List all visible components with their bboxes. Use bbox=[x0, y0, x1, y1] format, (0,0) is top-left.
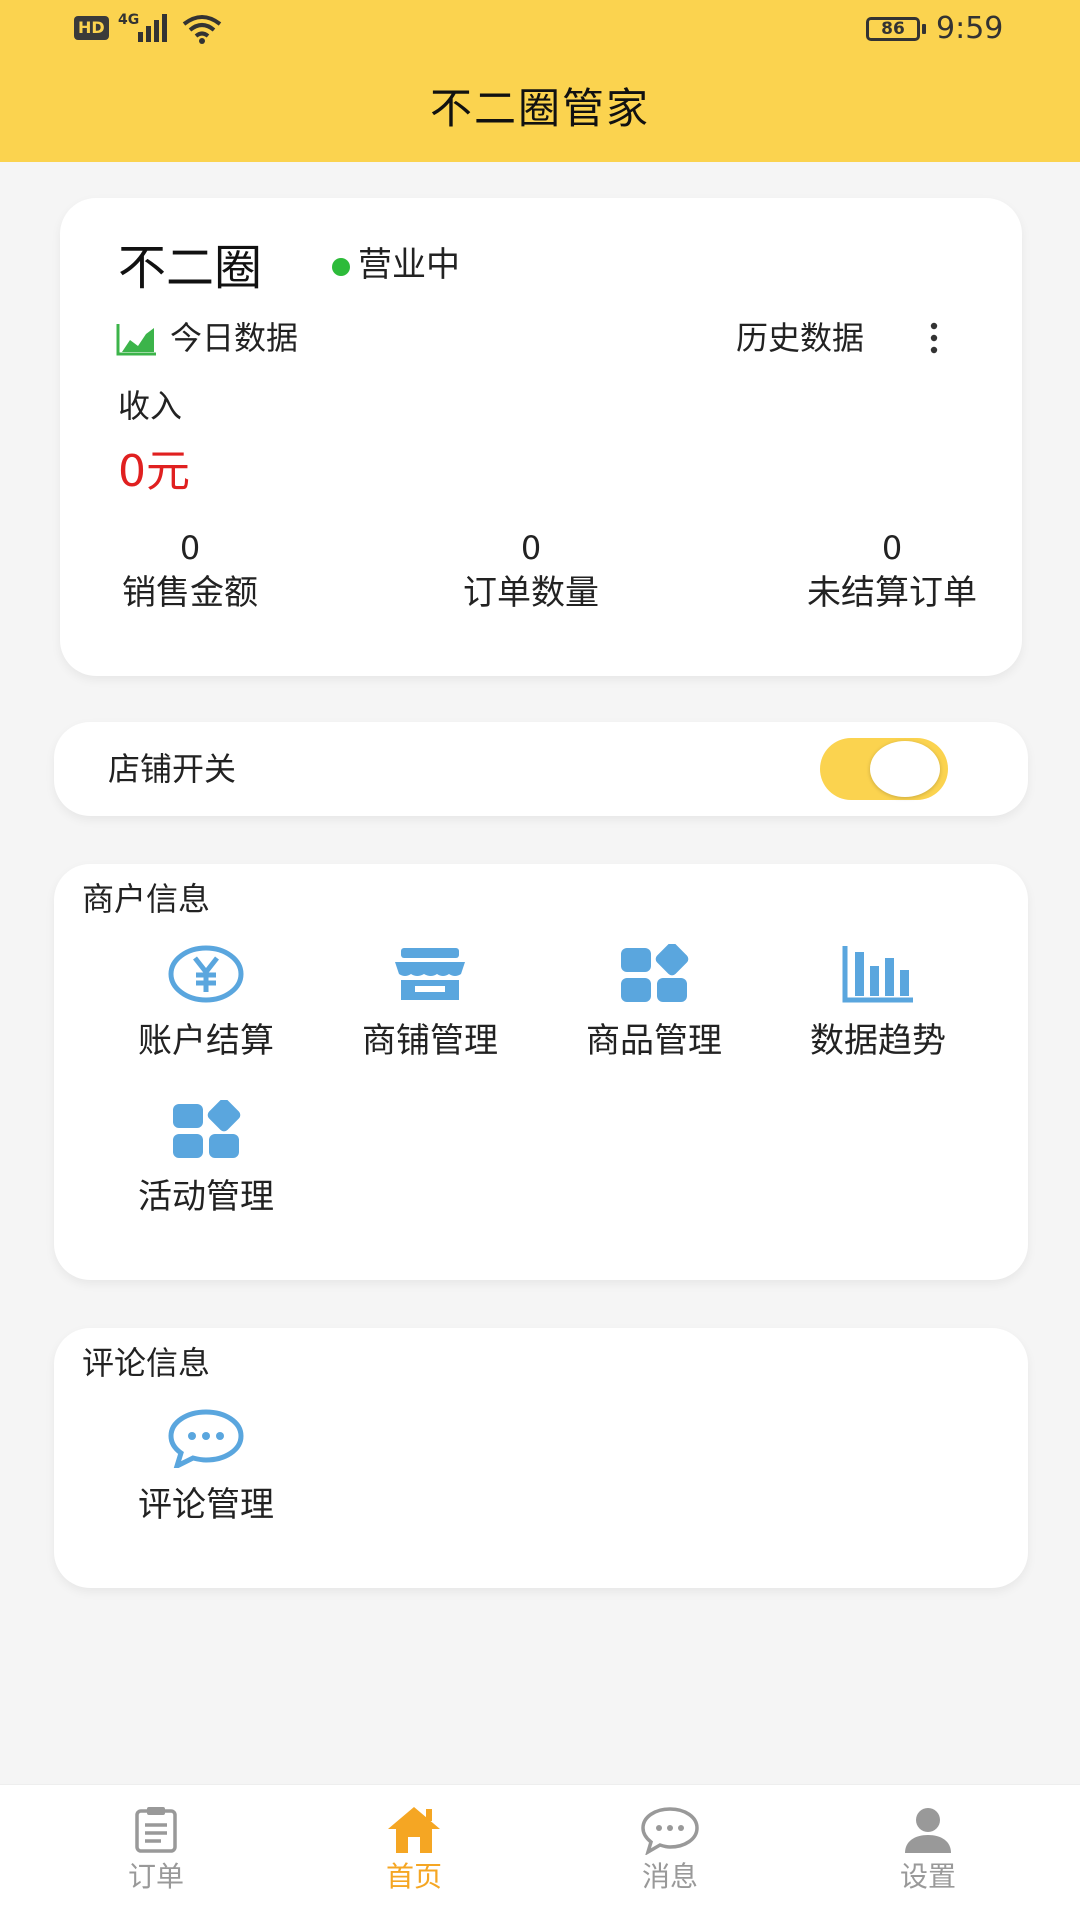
tab-orders[interactable]: 订单 bbox=[76, 1805, 236, 1897]
area-chart-icon bbox=[116, 324, 156, 356]
stat-value: 0 bbox=[179, 529, 201, 567]
tab-label: 首页 bbox=[385, 1860, 442, 1893]
section-title-merchant: 商户信息 bbox=[82, 880, 211, 918]
menu-item-activity-management[interactable]: 活动管理 bbox=[96, 1100, 316, 1230]
merchant-info-card: 商户信息 账户结算 商铺管理 商品管理 数据趋势 活动管理 bbox=[54, 864, 1028, 1280]
stat-order-count: 0 订单数量 bbox=[381, 528, 681, 618]
apps-icon bbox=[621, 944, 689, 1002]
user-icon bbox=[905, 1808, 951, 1853]
yen-icon bbox=[168, 945, 244, 1003]
tab-messages[interactable]: 消息 bbox=[590, 1805, 750, 1897]
stat-value: 0 bbox=[881, 529, 903, 567]
menu-item-shop-management[interactable]: 商铺管理 bbox=[320, 944, 540, 1074]
message-icon bbox=[641, 1807, 699, 1855]
review-info-card: 评论信息 评论管理 bbox=[54, 1328, 1028, 1588]
menu-item-label: 商品管理 bbox=[586, 1021, 722, 1061]
menu-item-account-settlement[interactable]: 账户结算 bbox=[96, 944, 316, 1074]
shop-icon bbox=[395, 948, 465, 1000]
bottom-tab-bar: 订单 首页 消息 设置 bbox=[0, 1784, 1080, 1921]
page-title: 不二圈管家 bbox=[429, 84, 650, 133]
today-data-label: 今日数据 bbox=[170, 319, 299, 357]
store-switch-card: 店铺开关 bbox=[54, 722, 1028, 816]
battery-tip bbox=[922, 24, 926, 34]
stat-sales-amount: 0 销售金额 bbox=[40, 528, 340, 618]
bar-chart-icon bbox=[842, 946, 913, 1003]
stat-unsettled-orders: 0 未结算订单 bbox=[742, 528, 1042, 618]
stat-label: 订单数量 bbox=[463, 573, 599, 613]
apps-icon bbox=[173, 1100, 241, 1158]
menu-item-review-management[interactable]: 评论管理 bbox=[96, 1408, 316, 1538]
stat-value: 0 bbox=[520, 529, 542, 567]
store-summary-card: 不二圈 营业中 今日数据 历史数据 收入 0元 0 销售金额 0 订单数量 0 … bbox=[60, 198, 1022, 676]
menu-item-label: 评论管理 bbox=[138, 1485, 274, 1525]
menu-item-label: 数据趋势 bbox=[810, 1021, 946, 1061]
tab-label: 设置 bbox=[899, 1860, 956, 1893]
menu-item-label: 账户结算 bbox=[138, 1021, 274, 1061]
tab-home[interactable]: 首页 bbox=[334, 1805, 494, 1897]
app-header: HD 4G 86 9:59 不二圈管家 bbox=[0, 0, 1080, 162]
store-switch-toggle[interactable] bbox=[820, 738, 948, 800]
stat-label: 未结算订单 bbox=[807, 573, 977, 613]
menu-item-product-management[interactable]: 商品管理 bbox=[544, 944, 764, 1074]
status-bar: HD 4G 86 9:59 bbox=[0, 0, 1080, 60]
tab-settings[interactable]: 设置 bbox=[848, 1805, 1008, 1897]
hd-badge: HD bbox=[74, 16, 109, 40]
status-dot-icon bbox=[332, 258, 350, 276]
menu-item-label: 活动管理 bbox=[138, 1177, 274, 1217]
stat-label: 销售金额 bbox=[122, 573, 258, 613]
chat-icon bbox=[168, 1409, 244, 1468]
store-name: 不二圈 bbox=[118, 240, 263, 296]
menu-item-data-trend[interactable]: 数据趋势 bbox=[768, 944, 988, 1074]
store-switch-label: 店铺开关 bbox=[108, 750, 237, 788]
income-label: 收入 bbox=[118, 387, 183, 425]
battery-indicator: 86 bbox=[866, 17, 920, 41]
history-data-link[interactable]: 历史数据 bbox=[736, 316, 864, 360]
menu-item-label: 商铺管理 bbox=[362, 1021, 498, 1061]
order-icon bbox=[135, 1807, 177, 1853]
tab-label: 消息 bbox=[641, 1860, 698, 1893]
section-title-review: 评论信息 bbox=[82, 1344, 211, 1382]
income-value: 0元 bbox=[118, 446, 190, 497]
signal-icon bbox=[138, 14, 167, 42]
status-time: 9:59 bbox=[936, 11, 1004, 46]
tab-label: 订单 bbox=[127, 1860, 184, 1893]
wifi-icon bbox=[182, 15, 222, 44]
more-vertical-icon[interactable] bbox=[928, 320, 940, 356]
home-icon bbox=[388, 1807, 440, 1853]
business-status: 营业中 bbox=[358, 245, 460, 285]
toggle-knob bbox=[870, 741, 940, 797]
